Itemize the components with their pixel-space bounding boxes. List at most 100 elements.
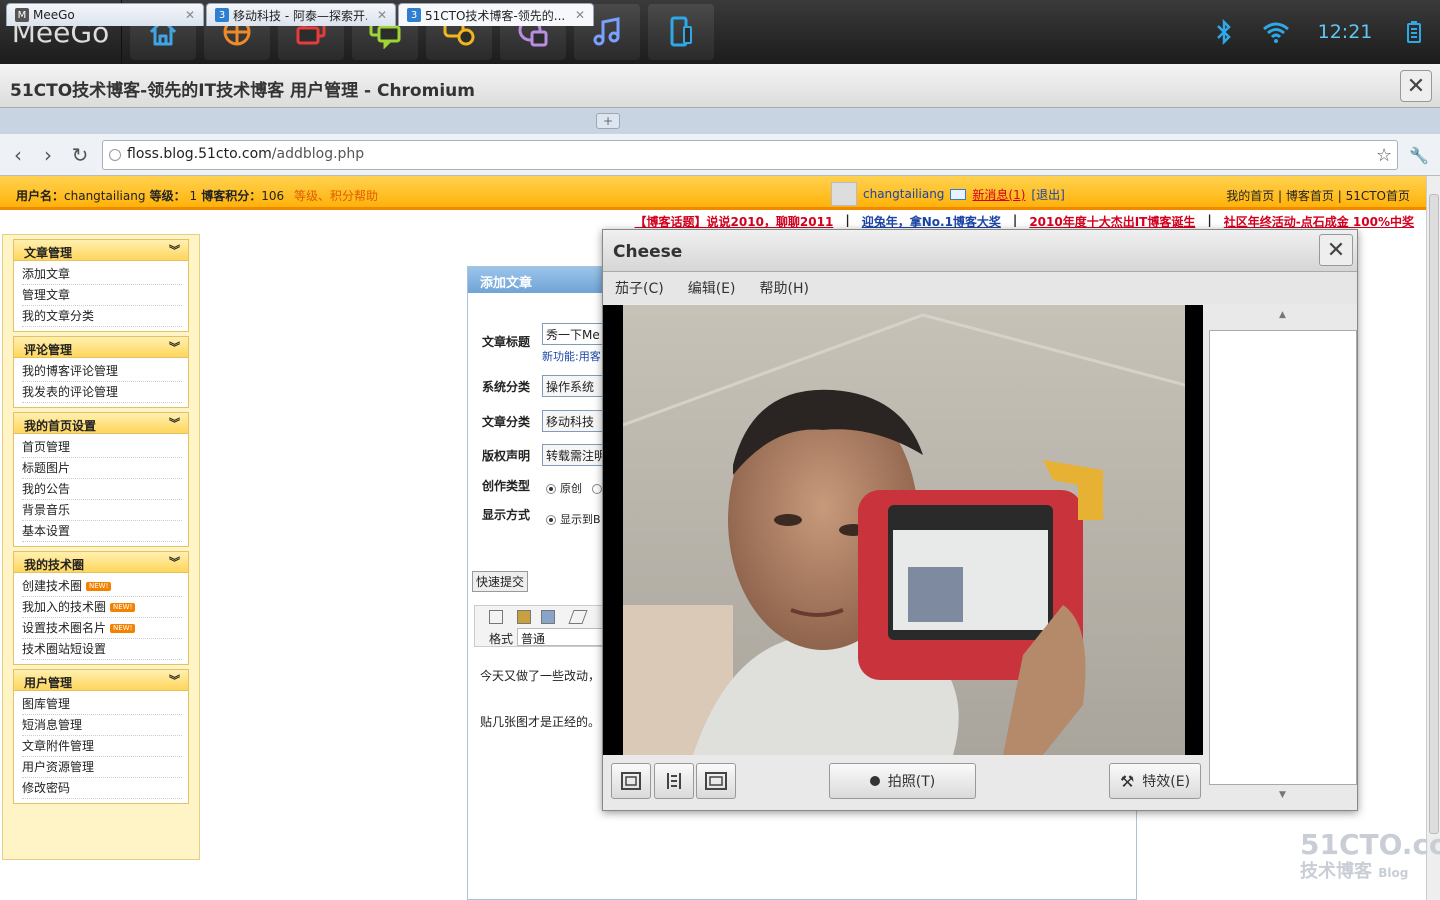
sidebar-item-blog-comments[interactable]: 我的博客评论管理 bbox=[22, 361, 182, 382]
avatar[interactable] bbox=[831, 182, 857, 206]
window-title: 51CTO技术博客-领先的IT技术博客 用户管理 - Chromium bbox=[10, 81, 475, 101]
separator: | bbox=[1207, 213, 1212, 227]
sidebar-item-attachments[interactable]: 文章附件管理 bbox=[22, 736, 182, 757]
wifi-icon[interactable] bbox=[1250, 0, 1302, 64]
sidebar-header[interactable]: 文章管理 ︾ bbox=[13, 239, 189, 261]
sidebar-section-articles: 文章管理 ︾ 添加文章 管理文章 我的文章分类 bbox=[13, 239, 189, 332]
level-help-link[interactable]: 等级、积分帮助 bbox=[294, 189, 378, 203]
back-arrow-icon: ‹ bbox=[14, 143, 22, 167]
sidebar-item-resources[interactable]: 用户资源管理 bbox=[22, 757, 182, 778]
paste-word-icon[interactable] bbox=[541, 610, 555, 624]
top-nav-links[interactable]: 我的首页 | 博客首页 | 51CTO首页 bbox=[1226, 187, 1410, 204]
forward-button[interactable]: › bbox=[36, 143, 60, 167]
sidebar-item-add-article[interactable]: 添加文章 bbox=[22, 264, 182, 285]
sidebar-header[interactable]: 评论管理 ︾ bbox=[13, 336, 189, 358]
sidebar-item-change-password[interactable]: 修改密码 bbox=[22, 778, 182, 799]
center-username-link[interactable]: changtailiang bbox=[863, 187, 944, 201]
take-photo-button[interactable]: 拍照(T) bbox=[829, 763, 976, 799]
devices-zone-button[interactable] bbox=[648, 4, 714, 60]
menu-help[interactable]: 帮助(H) bbox=[759, 278, 808, 298]
photo-mode-button[interactable] bbox=[611, 763, 651, 799]
reload-button[interactable]: ↻ bbox=[68, 143, 92, 167]
bluetooth-icon[interactable] bbox=[1198, 0, 1250, 64]
sidebar-header[interactable]: 我的首页设置 ︾ bbox=[13, 412, 189, 434]
sidebar-item-title-image[interactable]: 标题图片 bbox=[22, 458, 182, 479]
sidebar-header[interactable]: 我的技术圈 ︾ bbox=[13, 551, 189, 573]
sidebar-item-my-comments[interactable]: 我发表的评论管理 bbox=[22, 382, 182, 403]
video-mode-button[interactable] bbox=[654, 763, 694, 799]
clock[interactable]: 12:21 bbox=[1302, 21, 1388, 43]
news-link-3[interactable]: 2010年度十大杰出IT博客诞生 bbox=[1029, 213, 1195, 230]
mail-icon bbox=[950, 188, 967, 200]
sidebar-item-circle-messages[interactable]: 技术圈站短设置 bbox=[22, 639, 182, 660]
wrench-menu-icon[interactable]: 🔧 bbox=[1409, 146, 1429, 165]
tab-mobile-tech[interactable]: 3 移动科技 - 阿泰—探索开... ✕ bbox=[206, 3, 396, 26]
effects-label: 特效(E) bbox=[1142, 774, 1191, 790]
menu-cheese[interactable]: 茄子(C) bbox=[615, 278, 664, 298]
sidebar-header[interactable]: 用户管理 ︾ bbox=[13, 669, 189, 691]
scrollbar-thumb[interactable] bbox=[1429, 194, 1439, 834]
battery-icon[interactable] bbox=[1388, 0, 1440, 64]
sidebar-item-background-music[interactable]: 背景音乐 bbox=[22, 500, 182, 521]
photo-mode-icon bbox=[621, 772, 641, 790]
section-title: 我的首页设置 bbox=[24, 419, 97, 433]
creation-original-radio[interactable]: 原创 bbox=[546, 480, 606, 496]
section-title: 用户管理 bbox=[24, 676, 73, 690]
effects-button[interactable]: ⚒ 特效(E) bbox=[1109, 763, 1201, 799]
tab-close-icon[interactable]: ✕ bbox=[377, 8, 387, 22]
tab-label: 51CTO技术博客-领先的... bbox=[425, 8, 565, 23]
logout-link[interactable]: [退出] bbox=[1031, 186, 1064, 203]
sidebar-item-manage-articles[interactable]: 管理文章 bbox=[22, 285, 182, 306]
tab-close-icon[interactable]: ✕ bbox=[185, 8, 195, 22]
new-message-link[interactable]: 新消息(1) bbox=[972, 186, 1025, 203]
section-title: 评论管理 bbox=[24, 343, 73, 357]
tab-label: 移动科技 - 阿泰—探索开... bbox=[233, 8, 367, 23]
page-scrollbar[interactable] bbox=[1426, 176, 1440, 900]
sidebar-item-basic-settings[interactable]: 基本设置 bbox=[22, 521, 182, 542]
points-value: 106 bbox=[261, 189, 285, 203]
music-icon bbox=[593, 17, 620, 46]
editor-content[interactable]: 今天又做了一些改动， 贴几张图才是正经的。 bbox=[480, 663, 610, 735]
sidebar-item-create-circle[interactable]: 创建技术圈 NEW! bbox=[22, 576, 182, 597]
quick-submit-button[interactable]: 快速提交 bbox=[472, 571, 529, 592]
menu-edit[interactable]: 编辑(E) bbox=[688, 278, 736, 298]
back-button[interactable]: ‹ bbox=[6, 143, 30, 167]
news-link-2[interactable]: 迎兔年，拿No.1博客大奖 bbox=[862, 213, 1001, 230]
separator: | bbox=[1012, 213, 1018, 227]
tab-51cto-blog[interactable]: 3 51CTO技术博客-领先的... ✕ bbox=[398, 3, 594, 26]
eraser-icon[interactable] bbox=[568, 610, 588, 624]
photo-thumbnail-pane[interactable] bbox=[1209, 330, 1357, 785]
video-mode-icon bbox=[667, 773, 681, 789]
address-bar[interactable]: floss.blog.51cto.com/addblog.php bbox=[102, 140, 1398, 170]
sidebar-item-gallery[interactable]: 图库管理 bbox=[22, 694, 182, 715]
bookmark-star-icon[interactable]: ☆ bbox=[1376, 145, 1392, 166]
radio-dot bbox=[546, 515, 556, 525]
news-link-1[interactable]: 【博客话题】说说2010，聊聊2011 bbox=[635, 213, 834, 230]
plus-icon: + bbox=[602, 114, 614, 128]
news-link-4[interactable]: 社区年终活动-点石成金 100%中奖 bbox=[1224, 213, 1414, 230]
sidebar-item-homepage-manage[interactable]: 首页管理 bbox=[22, 437, 182, 458]
thumbs-scroll-up-icon[interactable]: ▲ bbox=[1279, 310, 1286, 320]
take-photo-label: 拍照(T) bbox=[887, 774, 936, 790]
paste-icon[interactable] bbox=[517, 610, 531, 624]
display-mode-radio[interactable]: 显示到B bbox=[546, 511, 601, 527]
window-close-button[interactable]: ✕ bbox=[1400, 70, 1432, 102]
radio-dot[interactable] bbox=[592, 484, 602, 494]
close-icon: ✕ bbox=[1326, 237, 1346, 263]
cheese-close-button[interactable]: ✕ bbox=[1319, 234, 1353, 266]
section-title: 文章管理 bbox=[24, 246, 73, 260]
magic-wand-icon: ⚒ bbox=[1119, 771, 1135, 791]
record-dot-icon bbox=[869, 776, 880, 786]
51cto-favicon-icon: 3 bbox=[407, 8, 421, 22]
sidebar-item-short-messages[interactable]: 短消息管理 bbox=[22, 715, 182, 736]
tab-close-icon[interactable]: ✕ bbox=[575, 8, 585, 22]
new-tab-button[interactable]: + bbox=[596, 113, 620, 129]
tab-meego[interactable]: M MeeGo ✕ bbox=[6, 3, 204, 26]
sidebar-item-circle-card[interactable]: 设置技术圈名片 NEW! bbox=[22, 618, 182, 639]
format-select[interactable]: 普通 bbox=[517, 628, 607, 646]
sidebar-item-joined-circles[interactable]: 我加入的技术圈 NEW! bbox=[22, 597, 182, 618]
sidebar-item-announcement[interactable]: 我的公告 bbox=[22, 479, 182, 500]
source-icon[interactable] bbox=[489, 610, 503, 624]
sidebar-item-article-categories[interactable]: 我的文章分类 bbox=[22, 306, 182, 327]
burst-mode-button[interactable] bbox=[696, 763, 736, 799]
